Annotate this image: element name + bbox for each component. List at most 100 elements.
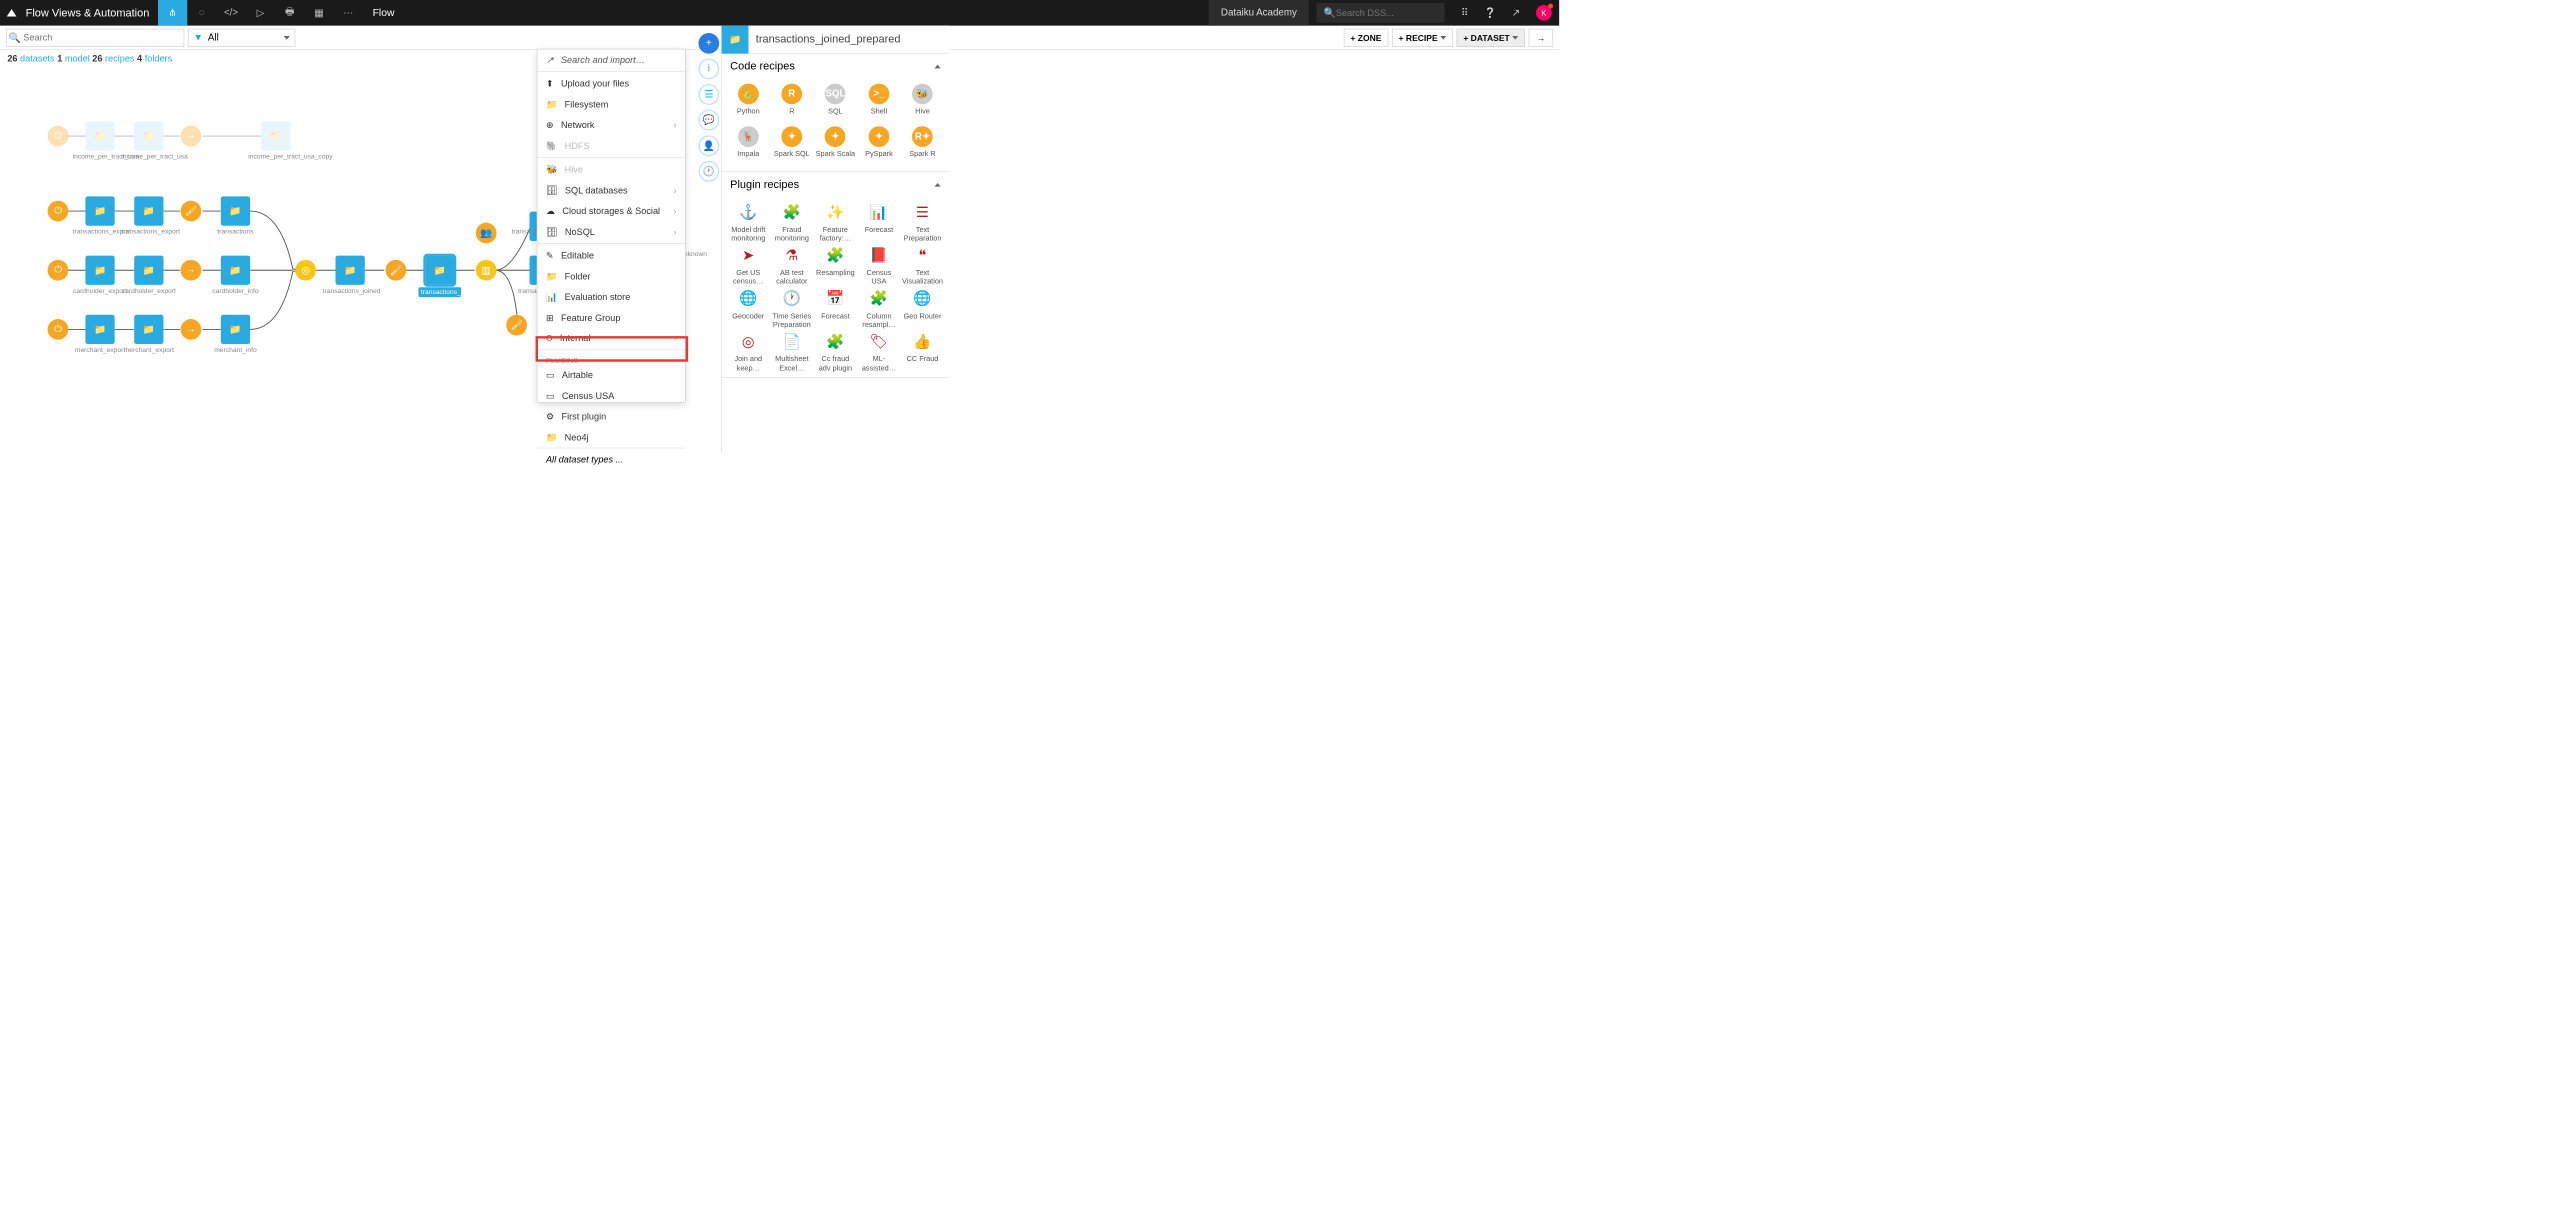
code-recipe-shell[interactable]: >_Shell	[858, 84, 899, 124]
apps-icon[interactable]: ⠿	[1452, 0, 1478, 26]
dataset-node-selected[interactable]: 📁	[425, 256, 454, 285]
recipe-node[interactable]: ⏻	[48, 260, 69, 281]
dataset-node[interactable]: 📁	[134, 196, 163, 225]
global-search-input[interactable]	[1336, 8, 1437, 18]
dd-upload[interactable]: ⬆Upload your files	[537, 73, 685, 94]
code-icon[interactable]: </>	[216, 0, 245, 26]
dataset-node[interactable]: 📁	[85, 121, 114, 150]
code-recipe-spark-sql[interactable]: ✦Spark SQL	[771, 126, 812, 166]
plugin-recipe[interactable]: ➤Get US census…	[728, 245, 769, 286]
flow-tab[interactable]: Flow	[363, 7, 404, 19]
add-zone-button[interactable]: + ZONE	[1344, 28, 1389, 46]
section-header[interactable]: Plugin recipes	[722, 172, 950, 197]
dd-feature-group[interactable]: ⊞Feature Group	[537, 307, 685, 328]
play-icon[interactable]: ▷	[246, 0, 275, 26]
cycle-icon[interactable]: ◌	[187, 0, 216, 26]
add-recipe-button[interactable]: + RECIPE	[1392, 28, 1453, 46]
dd-filesystem[interactable]: 📁Filesystem	[537, 94, 685, 115]
dd-network[interactable]: ⊕Network	[537, 115, 685, 136]
dataset-node[interactable]: 📁	[134, 315, 163, 344]
academy-link[interactable]: Dataiku Academy	[1209, 0, 1309, 26]
dd-first-plugin[interactable]: ⚙First plugin	[537, 406, 685, 427]
dataset-node[interactable]: 📁	[261, 121, 290, 150]
code-recipe-sql[interactable]: SQLSQL	[815, 84, 856, 124]
dataset-node[interactable]: 📁	[85, 315, 114, 344]
recipe-node[interactable]: ⏻	[48, 319, 69, 340]
global-search[interactable]: 🔍	[1316, 3, 1444, 23]
dataset-node[interactable]: 📁	[221, 315, 250, 344]
help-icon[interactable]: ❔	[1477, 0, 1503, 26]
plugin-recipe[interactable]: 👍CC Fraud	[902, 331, 943, 372]
plugin-recipe[interactable]: ◎Join and keep…	[728, 331, 769, 372]
dataset-node[interactable]: 📁	[85, 256, 114, 285]
code-recipe-spark-scala[interactable]: ✦Spark Scala	[815, 126, 856, 166]
recipe-node[interactable]: 👥	[476, 223, 497, 244]
add-dataset-button[interactable]: + DATASET	[1457, 28, 1525, 46]
section-header[interactable]: Code recipes	[722, 54, 950, 79]
plugin-recipe[interactable]: 🌐Geocoder	[728, 288, 769, 329]
recipe-node[interactable]: →	[181, 126, 202, 147]
clock-tab[interactable]: 🕐	[698, 161, 719, 182]
plugin-recipe[interactable]: 📊Forecast	[858, 202, 899, 243]
plugin-recipe[interactable]: ✨Feature factory:…	[815, 202, 856, 243]
user-avatar[interactable]: K	[1536, 5, 1552, 21]
plugin-recipe[interactable]: ⚗AB test calculator	[771, 245, 812, 286]
recipe-node[interactable]: →	[181, 260, 202, 281]
plugin-recipe[interactable]: ❝Text Visualization	[902, 245, 943, 286]
recipe-node[interactable]: ▥	[476, 260, 497, 281]
dd-folder[interactable]: 📁Folder	[537, 266, 685, 287]
layout-icon[interactable]: ▦	[304, 0, 333, 26]
dd-nosql[interactable]: 🗄NoSQL	[537, 221, 685, 242]
dd-neo4j[interactable]: 📁Neo4j	[537, 427, 685, 448]
join-recipe[interactable]: ◎	[295, 260, 316, 281]
code-recipe-python[interactable]: 🐍Python	[728, 84, 769, 124]
dataset-node[interactable]: 📁	[221, 196, 250, 225]
list-tab[interactable]: ☰	[698, 84, 719, 105]
code-recipe-pyspark[interactable]: ✦PySpark	[858, 126, 899, 166]
dataset-node[interactable]: 📁	[336, 256, 365, 285]
plugin-recipe[interactable]: 🧩Fraud monitoring	[771, 202, 812, 243]
plugin-recipe[interactable]: 📄Multisheet Excel…	[771, 331, 812, 372]
dd-editable[interactable]: ✎Editable	[537, 245, 685, 266]
print-icon[interactable]: 🖶	[275, 0, 304, 26]
recipe-node[interactable]: 🖌	[506, 315, 527, 336]
chat-tab[interactable]: 💬	[698, 110, 719, 131]
panel-toggle-button[interactable]: →	[1529, 28, 1553, 46]
app-logo[interactable]	[0, 0, 23, 26]
filter-dropdown[interactable]: ▼ All	[188, 28, 295, 46]
flow-search-input[interactable]	[23, 32, 183, 42]
code-recipe-impala[interactable]: 🦌Impala	[728, 126, 769, 166]
dataset-node[interactable]: 📁	[85, 196, 114, 225]
dd-sql[interactable]: 🗄SQL databases	[537, 180, 685, 201]
plugin-recipe[interactable]: ⚓Model drift monitoring	[728, 202, 769, 243]
dd-search-import[interactable]: ↗Search and import…	[537, 49, 685, 70]
dd-cloud[interactable]: ☁Cloud storages & Social	[537, 201, 685, 222]
recipe-node[interactable]: ⏻	[48, 126, 69, 147]
dd-all-types[interactable]: All dataset types ...	[537, 448, 685, 471]
arrow-icon[interactable]: ↗	[1503, 0, 1529, 26]
dd-internal[interactable]: ୦Internal	[537, 328, 685, 348]
code-recipe-r[interactable]: RR	[771, 84, 812, 124]
dataset-node[interactable]: 📁	[221, 256, 250, 285]
dd-census-usa[interactable]: ▭Census USA	[537, 386, 685, 407]
plugin-recipe[interactable]: 🕐Time Series Preparation	[771, 288, 812, 329]
share-icon[interactable]: ⋔	[158, 0, 187, 26]
plugin-recipe[interactable]: ☰Text Preparation	[902, 202, 943, 243]
recipe-node[interactable]: 🖌	[386, 260, 407, 281]
user-tab[interactable]: 👤	[698, 135, 719, 156]
recipe-node[interactable]: →	[181, 319, 202, 340]
dataset-node[interactable]: 📁	[134, 256, 163, 285]
info-tab[interactable]: i	[698, 59, 719, 80]
plugin-recipe[interactable]: 📅Forecast	[815, 288, 856, 329]
plugin-recipe[interactable]: 📕Census USA	[858, 245, 899, 286]
add-tab[interactable]: +	[698, 33, 719, 54]
plugin-recipe[interactable]: 🧩Column resampl…	[858, 288, 899, 329]
more-icon[interactable]: ⋯	[334, 0, 363, 26]
dd-eval[interactable]: 📊Evaluation store	[537, 287, 685, 308]
code-recipe-spark-r[interactable]: R✦Spark R	[902, 126, 943, 166]
plugin-recipe[interactable]: 🌐Geo Router	[902, 288, 943, 329]
flow-search[interactable]: 🔍	[6, 28, 184, 46]
recipe-node[interactable]: 🖌	[181, 201, 202, 222]
code-recipe-hive[interactable]: 🐝Hive	[902, 84, 943, 124]
dataset-node[interactable]: 📁	[134, 121, 163, 150]
